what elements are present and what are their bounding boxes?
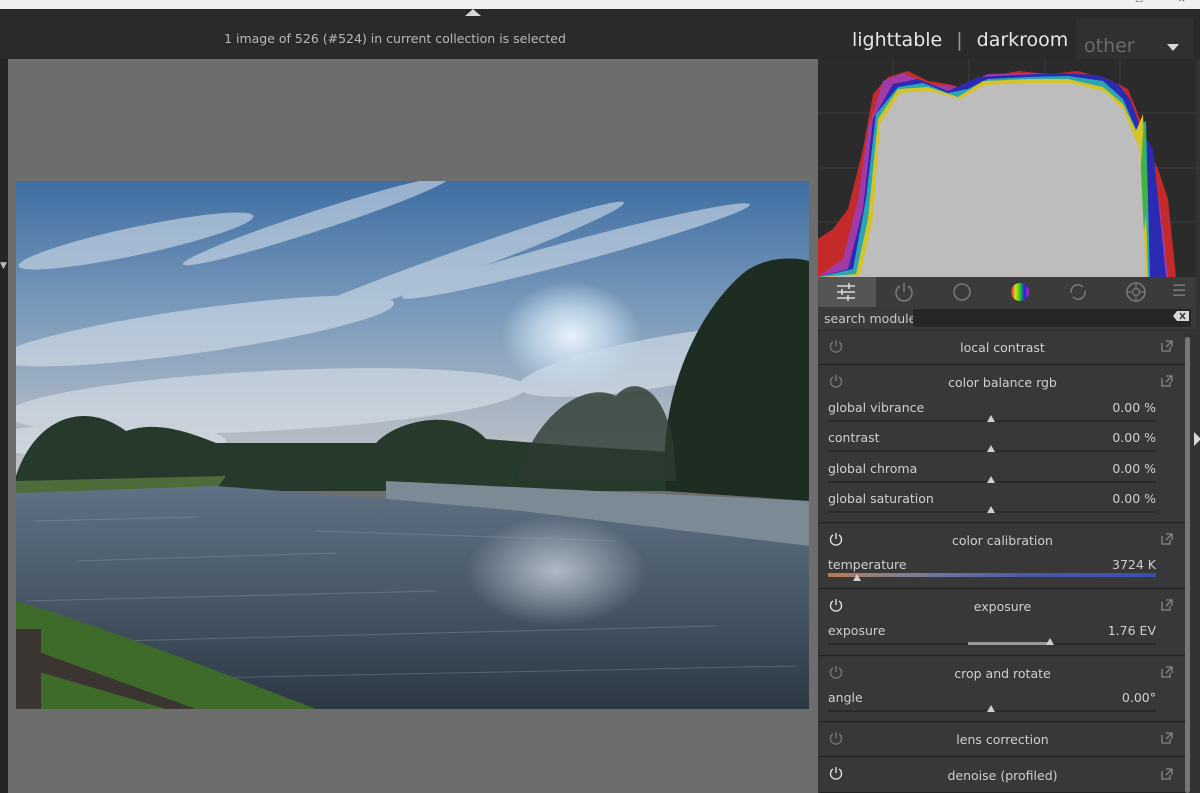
tab-active-modules[interactable] (876, 277, 934, 307)
image-preview[interactable] (16, 181, 809, 709)
preset-icon[interactable] (1160, 665, 1174, 679)
histogram-graph (818, 59, 1196, 277)
slider-global-chroma[interactable]: global chroma 0.00 % (828, 461, 1156, 491)
collection-status: 1 image of 526 (#524) in current collect… (224, 31, 566, 46)
slider-contrast[interactable]: contrast 0.00 % (828, 430, 1156, 460)
param-value: 0.00 % (1112, 430, 1156, 445)
preset-icon[interactable] (1160, 731, 1174, 745)
tab-correct-modules[interactable] (1050, 277, 1108, 307)
param-value: 3724 K (1112, 557, 1156, 572)
preset-icon[interactable] (1160, 767, 1174, 781)
module-title: lens correction (956, 732, 1049, 747)
param-value: 1.76 EV (1107, 623, 1156, 638)
slider-handle[interactable] (987, 445, 995, 452)
window-titlebar: ☐ ✕ (0, 0, 1200, 9)
module-denoise-profiled[interactable]: denoise (profiled) (820, 758, 1185, 793)
right-panel: ☰ search module local contrast color bal… (818, 59, 1200, 793)
view-switcher: lighttable | darkroom | (852, 25, 1103, 55)
module-title: denoise (profiled) (947, 768, 1058, 783)
module-title: crop and rotate (954, 666, 1051, 681)
tab-base-modules[interactable] (934, 277, 992, 307)
param-value: 0.00 % (1112, 491, 1156, 506)
close-icon[interactable]: ✕ (1178, 0, 1186, 5)
quick-access-icon (837, 283, 855, 301)
module-lens-correction[interactable]: lens correction (820, 723, 1185, 757)
search-module-label: search module (824, 311, 917, 326)
clear-search-icon[interactable] (1173, 311, 1189, 321)
module-title: local contrast (960, 340, 1045, 355)
slider-handle[interactable] (987, 415, 995, 422)
restore-icon[interactable]: ☐ (1135, 0, 1143, 5)
slider-fill (968, 642, 1052, 645)
preset-icon[interactable] (1160, 374, 1174, 388)
search-input[interactable] (913, 309, 1191, 327)
view-lighttable[interactable]: lighttable (852, 29, 942, 51)
param-label: exposure (828, 623, 886, 638)
collapse-right-panel-icon[interactable] (1194, 432, 1200, 446)
other-views-label: other (1084, 35, 1135, 57)
tab-quick-access[interactable] (818, 277, 876, 307)
slider-handle[interactable] (1046, 638, 1054, 645)
menu-icon[interactable]: ☰ (1172, 281, 1186, 300)
center-view (8, 59, 818, 793)
param-label: global saturation (828, 491, 934, 506)
module-local-contrast[interactable]: local contrast (820, 331, 1185, 365)
module-title: color calibration (952, 533, 1053, 548)
preset-icon[interactable] (1160, 598, 1174, 612)
landscape-photo (16, 181, 809, 709)
circle-icon (953, 283, 971, 301)
module-exposure[interactable]: exposure exposure 1.76 EV (820, 590, 1185, 656)
search-module-bar: search module (818, 307, 1196, 329)
module-group-tabs: ☰ (818, 277, 1196, 307)
param-label: global vibrance (828, 400, 925, 415)
slider-handle[interactable] (853, 574, 861, 581)
param-value: 0.00 % (1112, 461, 1156, 476)
left-panel-collapsed: ▼ (0, 59, 8, 793)
top-header: 1 image of 526 (#524) in current collect… (0, 9, 1200, 62)
slider-global-saturation[interactable]: global saturation 0.00 % (828, 491, 1156, 521)
param-label: global chroma (828, 461, 918, 476)
color-wheel-icon (1011, 283, 1029, 301)
param-label: contrast (828, 430, 880, 445)
slider-handle[interactable] (987, 476, 995, 483)
slider-temperature[interactable]: temperature 3724 K (828, 557, 1156, 587)
param-label: angle (828, 690, 863, 705)
module-color-balance-rgb[interactable]: color balance rgb global vibrance 0.00 %… (820, 366, 1185, 523)
slider-angle[interactable]: angle 0.00° (828, 690, 1156, 720)
slider-global-vibrance[interactable]: global vibrance 0.00 % (828, 400, 1156, 430)
module-color-calibration[interactable]: color calibration temperature 3724 K (820, 524, 1185, 589)
view-separator: | (956, 29, 963, 51)
module-crop-and-rotate[interactable]: crop and rotate angle 0.00° (820, 657, 1185, 722)
module-title: exposure (973, 599, 1032, 614)
expand-left-panel-icon[interactable]: ▼ (0, 261, 7, 271)
collapse-top-panel-icon[interactable] (465, 9, 481, 16)
tab-color-modules[interactable] (992, 277, 1050, 307)
module-title: color balance rgb (948, 375, 1057, 390)
power-icon (895, 283, 913, 302)
histogram[interactable] (818, 59, 1196, 277)
chevron-down-icon (1167, 44, 1179, 51)
preset-icon[interactable] (1160, 339, 1174, 353)
param-value: 0.00° (1121, 690, 1156, 705)
preset-icon[interactable] (1160, 532, 1174, 546)
slider-exposure[interactable]: exposure 1.76 EV (828, 623, 1156, 653)
correct-icon (1070, 283, 1086, 301)
tab-effect-modules[interactable] (1108, 277, 1166, 307)
view-darkroom[interactable]: darkroom (977, 29, 1069, 51)
module-list: local contrast color balance rgb global … (818, 331, 1188, 793)
slider-handle[interactable] (987, 705, 995, 712)
other-views-dropdown[interactable]: other (1076, 18, 1194, 62)
slider-handle[interactable] (987, 506, 995, 513)
slider-track[interactable] (828, 573, 1156, 577)
param-value: 0.00 % (1112, 400, 1156, 415)
param-label: temperature (828, 557, 907, 572)
effects-icon (1126, 282, 1146, 302)
